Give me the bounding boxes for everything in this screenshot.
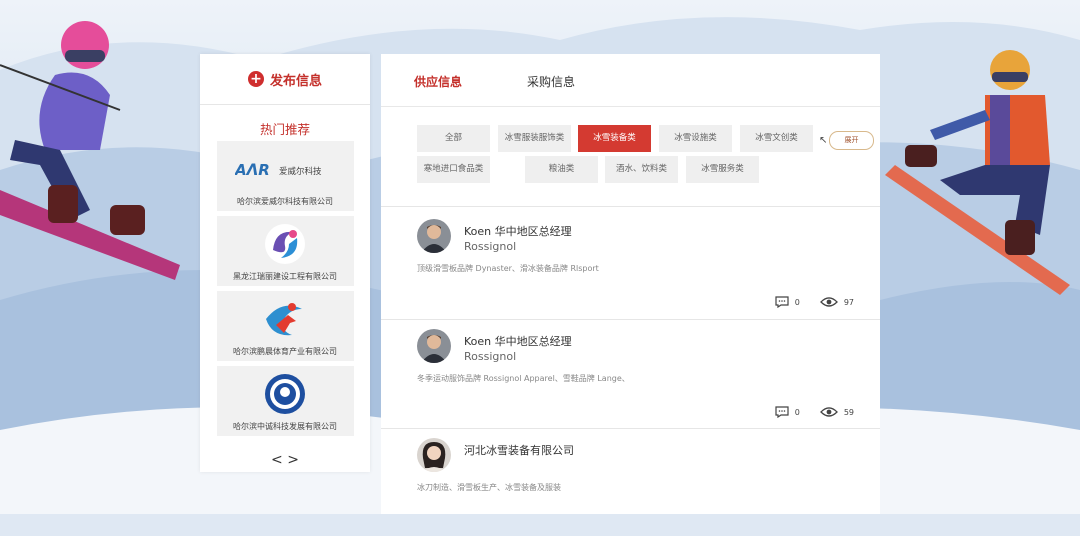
category-beverages[interactable]: 酒水、饮料类 — [605, 156, 678, 183]
company-card-awl[interactable]: AᐱR 爱威尔科技 哈尔滨爱威尔科技有限公司 — [216, 141, 354, 211]
awl-logo-icon: AᐱR 爱威尔科技 — [235, 147, 335, 191]
tab-supply[interactable]: 供应信息 — [414, 73, 462, 90]
post-item[interactable]: Koen 华中地区总经理 Rossignol 顶级滑雪板品牌 Dynaster、… — [381, 209, 880, 317]
plus-circle-icon: + — [247, 71, 264, 87]
svg-text:爱威尔科技: 爱威尔科技 — [279, 166, 322, 177]
category-imported-food[interactable]: 寒地进口食品类 — [417, 156, 490, 183]
company-name: 哈尔滨鹏晨体育产业有限公司 — [233, 347, 337, 356]
post-brand: Rossignol — [464, 240, 517, 253]
publish-button[interactable]: + 发布信息 — [200, 54, 370, 105]
avatar — [417, 329, 451, 363]
hot-recommend-title: 热门推荐 — [259, 122, 310, 137]
comment-icon[interactable] — [775, 296, 789, 308]
ruili-logo-icon — [260, 222, 310, 266]
category-all[interactable]: 全部 — [417, 125, 490, 152]
post-description: 顶级滑雪板品牌 Dynaster、滑冰装备品牌 Rlsport — [417, 264, 599, 273]
post-brand: Rossignol — [464, 350, 517, 363]
post-item[interactable]: Koen 华中地区总经理 Rossignol 冬季运动服饰品牌 Rossigno… — [381, 319, 880, 427]
post-item[interactable]: 河北冰雪装备有限公司 冰刀制造、滑雪板生产、冰雪装备及服装 — [381, 428, 880, 536]
eye-icon — [819, 297, 838, 307]
sidebar-panel: + 发布信息 热门推荐 AᐱR 爱威尔科技 哈尔滨爱威尔科技有限公司 黑龙江瑞丽… — [200, 54, 370, 472]
company-name: 黑龙江瑞丽建设工程有限公司 — [233, 272, 337, 281]
expand-button[interactable]: 展开 — [829, 131, 874, 150]
category-facilities[interactable]: 冰雪设施类 — [659, 125, 732, 152]
svg-text:AᐱR: AᐱR — [235, 161, 270, 179]
post-description: 冰刀制造、滑雪板生产、冰雪装备及服装 — [417, 483, 561, 492]
comment-count: 0 — [794, 407, 800, 417]
carousel-pager[interactable]: < > — [200, 452, 370, 468]
post-author: Koen 华中地区总经理 — [464, 225, 572, 238]
divider — [381, 206, 880, 207]
tab-bar: 供应信息 采购信息 — [381, 54, 880, 107]
post-author: Koen 华中地区总经理 — [464, 335, 572, 348]
main-panel: 供应信息 采购信息 全部 冰雪服装服饰类 冰雪装备类 冰雪设施类 冰雪文创类 ↖… — [381, 54, 880, 514]
company-card-pengchen[interactable]: 哈尔滨鹏晨体育产业有限公司 — [216, 291, 354, 361]
view-count: 97 — [843, 297, 854, 307]
pengchen-logo-icon — [260, 297, 310, 341]
company-card-ruili[interactable]: 黑龙江瑞丽建设工程有限公司 — [216, 216, 354, 286]
avatar — [417, 438, 451, 472]
comment-icon[interactable] — [775, 406, 789, 418]
company-card-zhongcheng[interactable]: 哈尔滨中诚科技发展有限公司 — [216, 366, 354, 436]
mouse-cursor-icon: ↖ — [819, 135, 828, 146]
post-stats: 0 97 — [775, 296, 854, 308]
comment-count: 0 — [794, 297, 800, 307]
post-author: 河北冰雪装备有限公司 — [464, 444, 574, 457]
company-name: 哈尔滨爱威尔科技有限公司 — [237, 197, 333, 206]
category-services[interactable]: 冰雪服务类 — [686, 156, 759, 183]
post-description: 冬季运动服饰品牌 Rossignol Apparel、雪鞋品牌 Lange、 — [417, 374, 630, 383]
category-equipment[interactable]: 冰雪装备类 — [578, 125, 651, 152]
eye-icon — [819, 407, 838, 417]
zhongcheng-logo-icon — [260, 372, 310, 416]
category-cultural[interactable]: 冰雪文创类 — [740, 125, 813, 152]
post-stats: 0 59 — [775, 406, 854, 418]
company-name: 哈尔滨中诚科技发展有限公司 — [233, 422, 337, 431]
publish-label: 发布信息 — [269, 73, 322, 89]
avatar — [417, 219, 451, 253]
tab-purchase[interactable]: 采购信息 — [527, 73, 575, 90]
view-count: 59 — [843, 407, 854, 417]
category-grain-oil[interactable]: 粮油类 — [525, 156, 598, 183]
category-apparel[interactable]: 冰雪服装服饰类 — [498, 125, 571, 152]
